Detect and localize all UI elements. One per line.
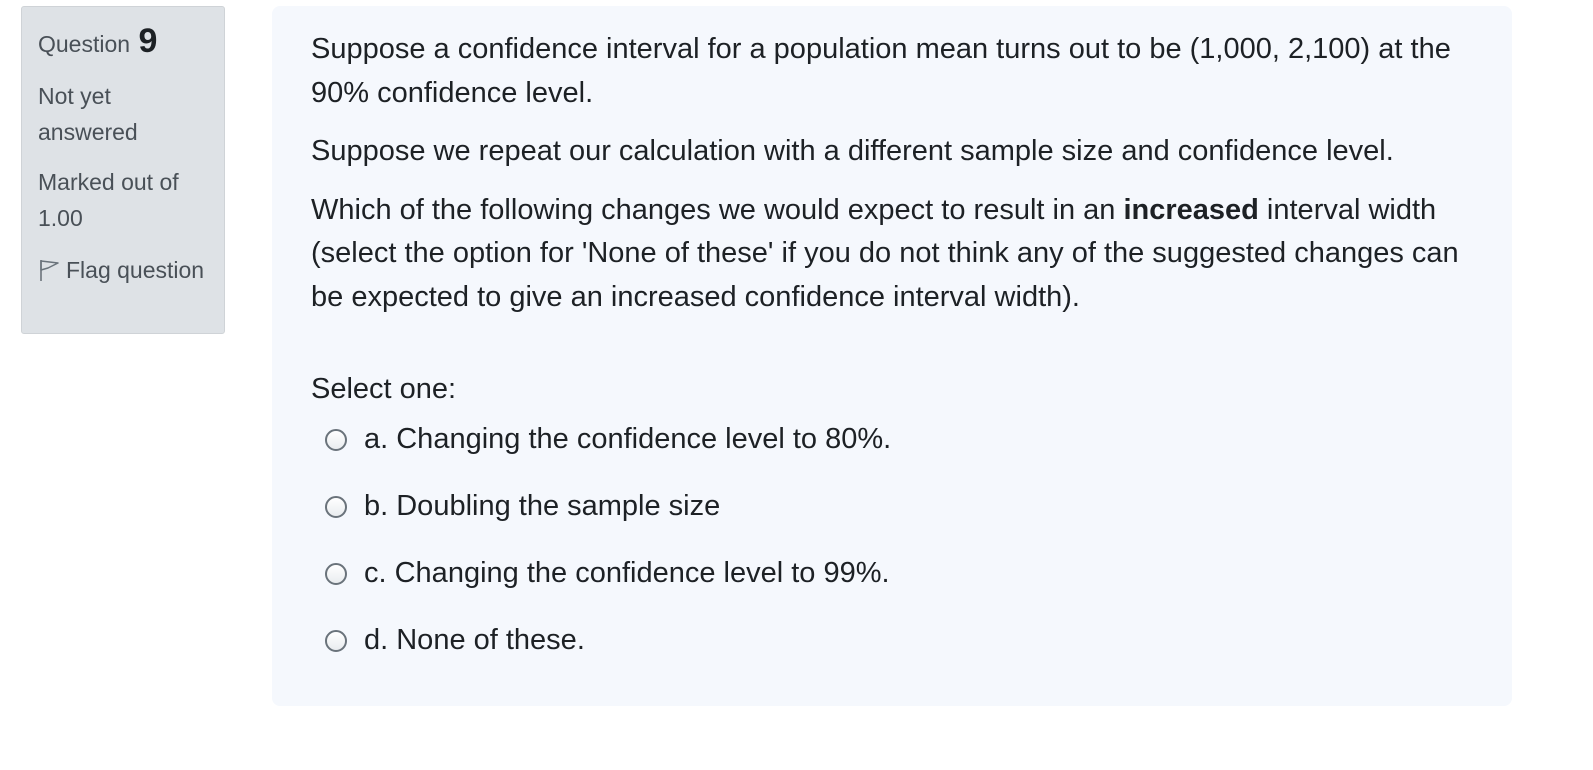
- question-paragraph-1: Suppose a confidence interval for a popu…: [311, 33, 1451, 109]
- radio-button[interactable]: [325, 629, 347, 652]
- flag-question-button[interactable]: Flag question: [38, 252, 208, 288]
- question-heading: Question 9: [38, 21, 208, 64]
- answer-option-label[interactable]: b. Doubling the sample size: [364, 490, 720, 523]
- emphasis-increased: increased: [1123, 193, 1259, 226]
- question-status: Not yet answered: [38, 83, 138, 145]
- question-paragraph-3-start: Which of the following changes we would …: [311, 193, 1124, 226]
- answer-option-label[interactable]: d. None of these.: [364, 624, 585, 657]
- select-one-prompt: Select one:: [311, 373, 457, 405]
- question-paragraph-2: Suppose we repeat our calculation with a…: [311, 135, 1394, 167]
- flag-question-label: Flag question: [66, 257, 205, 283]
- question-text: Suppose a confidence interval for a popu…: [311, 28, 1472, 319]
- flag-icon: [38, 256, 60, 281]
- answer-option-label[interactable]: a. Changing the confidence level to 80%.: [364, 423, 891, 456]
- question-label: Question: [38, 31, 131, 57]
- radio-button[interactable]: [325, 562, 347, 585]
- answer-option-c[interactable]: c. Changing the confidence level to 99%.: [325, 552, 1472, 595]
- question-content: Suppose a confidence interval for a popu…: [272, 6, 1512, 706]
- radio-button[interactable]: [325, 428, 347, 451]
- radio-button[interactable]: [325, 495, 347, 518]
- question-grade: Marked out of 1.00: [38, 169, 179, 231]
- answer-option-d[interactable]: d. None of these.: [325, 619, 1472, 662]
- question-info-panel: Question 9 Not yet answered Marked out o…: [21, 6, 225, 334]
- quiz-page: Question 9 Not yet answered Marked out o…: [0, 0, 1593, 770]
- answer-option-a[interactable]: a. Changing the confidence level to 80%.: [325, 418, 1472, 461]
- answer-option-label[interactable]: c. Changing the confidence level to 99%.: [364, 557, 890, 590]
- answer-options: a. Changing the confidence level to 80%.…: [325, 418, 1472, 662]
- answer-option-b[interactable]: b. Doubling the sample size: [325, 485, 1472, 528]
- question-number: 9: [138, 22, 158, 60]
- question-paragraph-3: Which of the following changes we would …: [311, 189, 1472, 320]
